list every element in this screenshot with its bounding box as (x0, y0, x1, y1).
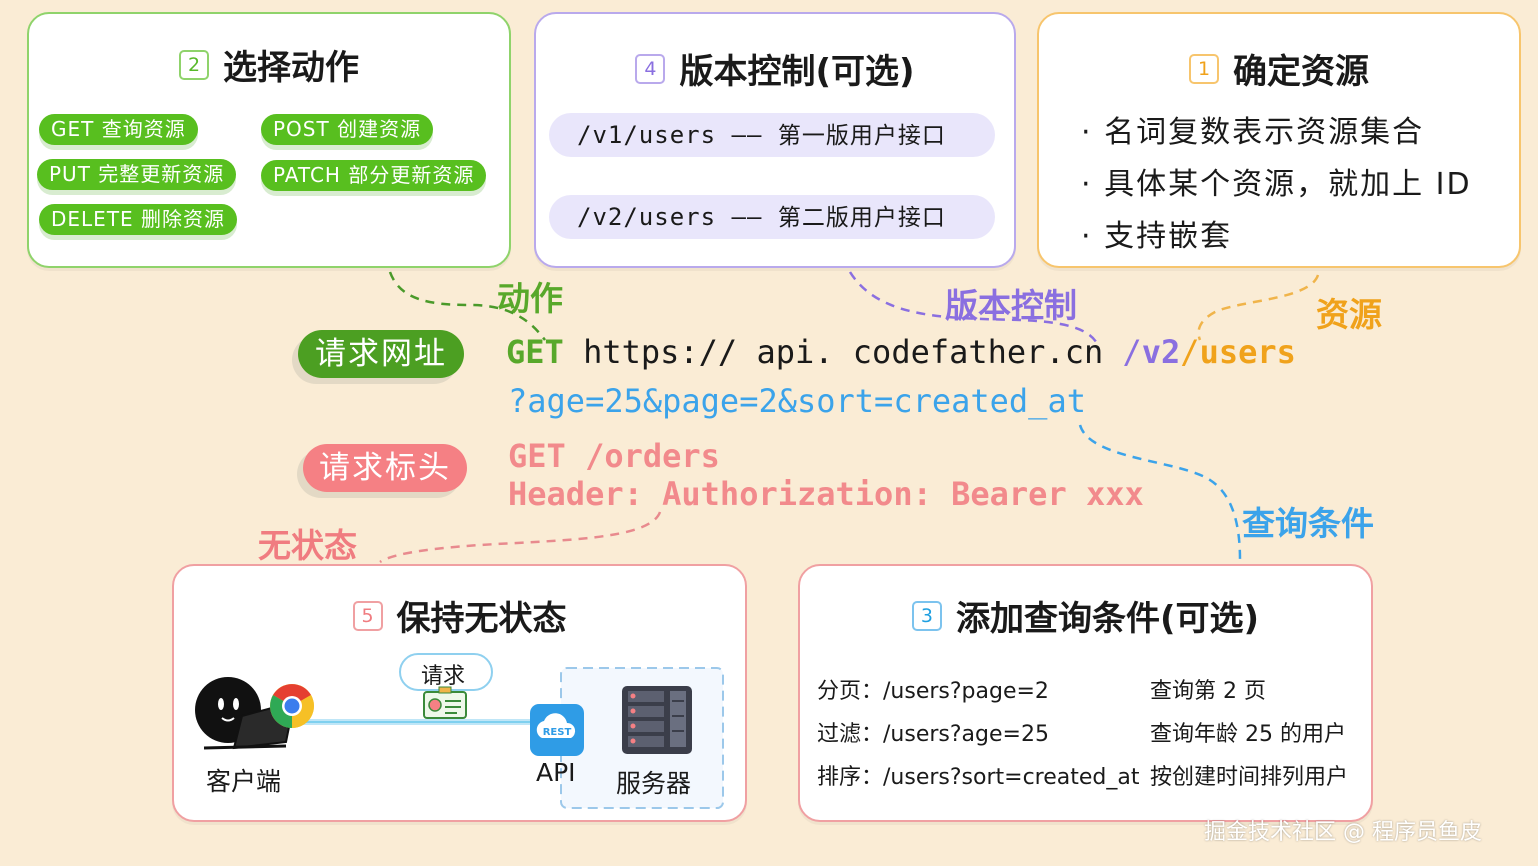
resource-rule-1: · 名词复数表示资源集合 (1081, 115, 1425, 150)
chrome-icon (270, 684, 314, 728)
version-label: 版本控制 (945, 286, 1077, 325)
action-label: 动作 (497, 279, 563, 318)
watermark: 掘金技术社区 @ 程序员鱼皮 (1204, 820, 1482, 845)
url-query-string: ?age=25&page=2&sort=created_at (508, 382, 1086, 420)
method-pill-delete: DELETE 删除资源 (39, 204, 238, 235)
resource-label: 资源 (1316, 295, 1382, 334)
query-row-filter: 过滤：/users?age=25 (817, 716, 1049, 748)
query-path: /users?page=2 (883, 679, 1049, 704)
version-path: /v1/users (577, 121, 717, 149)
request-url: GET https:// api. codefather.cn /v2/user… (506, 333, 1296, 371)
server-rack-icon (622, 686, 692, 754)
query-key: 排序： (817, 765, 884, 790)
version-path: /v2/users (577, 203, 717, 231)
server-label: 服务器 (616, 769, 692, 798)
resource-rule-3: · 支持嵌套 (1081, 219, 1233, 254)
stateless-connector (379, 511, 662, 564)
version-desc: 第二版用户接口 (777, 205, 946, 231)
query-path: /users?age=25 (883, 722, 1049, 747)
card-title: 3 添加查询条件(可选) (800, 591, 1371, 640)
card-title: 1 确定资源 (1039, 44, 1519, 93)
query-row-sort: 排序：/users?sort=created_at (817, 759, 1140, 791)
request-url-tag: 请求网址 (298, 330, 464, 378)
stateless-card: 5 保持无状态 REST 请求 客户端 API 服务器 (172, 564, 747, 822)
client-label: 客户端 (206, 767, 282, 796)
cloud-rest-icon: REST (530, 704, 584, 756)
stateless-label: 无状态 (258, 526, 357, 565)
method-pill-patch: PATCH 部分更新资源 (261, 160, 487, 191)
query-desc-filter: 查询年龄 25 的用户 (1150, 722, 1346, 747)
url-slash: / (1180, 333, 1200, 371)
card-title: 2 选择动作 (29, 40, 509, 89)
query-conditions-card: 3 添加查询条件(可选) 分页：/users?page=2 查询第 2 页 过滤… (798, 564, 1373, 822)
version-control-card: 4 版本控制(可选) /v1/users —— 第一版用户接口 /v2/user… (534, 12, 1016, 268)
step-number-badge: 4 (635, 53, 666, 84)
version-row-v1: /v1/users —— 第一版用户接口 (549, 113, 995, 157)
id-card-icon (423, 686, 467, 719)
url-resource: users (1199, 333, 1296, 371)
card-title: 4 版本控制(可选) (536, 44, 1014, 93)
resource-rule-2: · 具体某个资源，就加上 ID (1081, 167, 1472, 202)
version-dash: —— (716, 121, 778, 149)
version-dash: —— (716, 203, 778, 231)
step-number-badge: 2 (179, 49, 209, 80)
choose-action-card: 2 选择动作 GET 查询资源 POST 创建资源 PUT 完整更新资源 PAT… (27, 12, 511, 268)
url-slash: / (1122, 333, 1142, 371)
define-resource-card: 1 确定资源 · 名词复数表示资源集合 · 具体某个资源，就加上 ID · 支持… (1037, 12, 1521, 268)
version-row-v2: /v2/users —— 第二版用户接口 (549, 195, 995, 239)
query-desc-pagination: 查询第 2 页 (1150, 679, 1266, 704)
query-key: 分页： (817, 679, 884, 704)
step-number-badge: 1 (1189, 53, 1219, 84)
request-header-tag: 请求标头 (303, 444, 467, 492)
resource-connector (1197, 274, 1320, 341)
header-request-line: GET /orders (508, 437, 720, 475)
card-title-text: 选择动作 (223, 48, 359, 88)
url-method: GET (506, 333, 564, 371)
query-desc-sort: 按创建时间排列用户 (1150, 765, 1349, 790)
query-key: 过滤： (817, 722, 884, 747)
url-host: https:// api. codefather.cn (563, 333, 1123, 371)
header-auth-line: Header: Authorization: Bearer xxx (508, 475, 1144, 513)
card-title-text: 添加查询条件(可选) (955, 599, 1260, 639)
query-row-pagination: 分页：/users?page=2 (817, 673, 1049, 705)
rest-label: REST (543, 727, 572, 738)
version-desc: 第一版用户接口 (777, 123, 946, 149)
card-title-text: 版本控制(可选) (679, 52, 915, 92)
method-pill-put: PUT 完整更新资源 (37, 159, 237, 190)
method-pill-post: POST 创建资源 (261, 114, 434, 145)
query-label: 查询条件 (1242, 504, 1374, 543)
api-label: API (536, 758, 576, 787)
step-number-badge: 3 (911, 600, 942, 631)
query-path: /users?sort=created_at (883, 765, 1140, 790)
request-label: 请求 (421, 664, 466, 689)
url-version: v2 (1141, 333, 1181, 371)
method-pill-get: GET 查询资源 (39, 114, 198, 145)
card-title-text: 确定资源 (1233, 52, 1369, 92)
